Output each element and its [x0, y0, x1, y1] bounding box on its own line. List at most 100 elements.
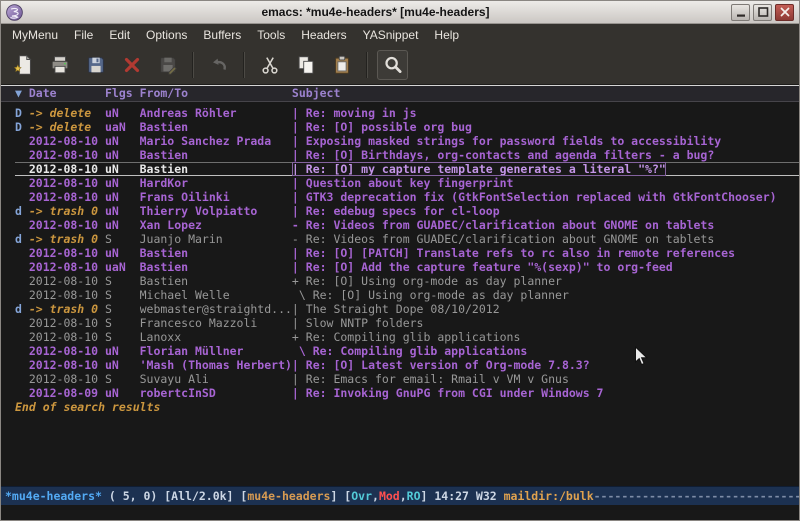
column-header-flags[interactable]: Flgs — [105, 86, 140, 100]
minimize-icon — [734, 5, 748, 19]
print-icon — [49, 54, 71, 76]
message-from: Juanjo Marin — [140, 232, 292, 246]
message-row[interactable]: 2012-08-10uNBastien| Re: [O] Birthdays, … — [15, 148, 799, 162]
column-header-subject[interactable]: Subject — [292, 86, 340, 100]
message-date: 2012-08-10 — [29, 288, 105, 302]
message-row[interactable]: 2012-08-10uNMario Sanchez Prada| Exposin… — [15, 134, 799, 148]
message-date: 2012-08-10 — [29, 344, 105, 358]
header-line: ▼DateFlgsFrom/ToSubject — [1, 85, 799, 102]
modeline-plain: ] 14:27 W32 — [421, 489, 504, 503]
modeline-minor: Ovr — [351, 489, 372, 503]
column-header-from[interactable]: From/To — [140, 86, 292, 100]
message-flags: uN — [105, 190, 140, 204]
message-flags: S — [105, 316, 140, 330]
message-flags: S — [105, 274, 140, 288]
toolbar-cut-button[interactable] — [254, 50, 285, 80]
toolbar-paste-button[interactable] — [326, 50, 357, 80]
toolbar-separator — [243, 52, 245, 78]
message-flags: uaN — [105, 120, 140, 134]
message-mark: D — [15, 106, 29, 120]
menu-headers[interactable]: Headers — [293, 25, 354, 45]
maximize-button[interactable] — [753, 4, 772, 21]
toolbar-save-button[interactable] — [80, 50, 111, 80]
message-row[interactable]: 2012-08-10uNBastien| Re: [O] [PATCH] Tra… — [15, 246, 799, 260]
paste-icon — [331, 54, 353, 76]
save-as-icon — [157, 54, 179, 76]
message-date: -> delete — [29, 120, 105, 134]
message-flags: uN — [105, 386, 140, 400]
message-date: 2012-08-10 — [29, 358, 105, 372]
message-subject: | Exposing masked strings for password f… — [292, 134, 721, 148]
toolbar-copy-button[interactable] — [290, 50, 321, 80]
message-row[interactable]: d-> trash 0Swebmaster@straightd...| The … — [15, 302, 799, 316]
message-row[interactable]: d-> trash 0SJuanjo Marin- Re: Videos fro… — [15, 232, 799, 246]
message-date: -> trash 0 — [29, 302, 105, 316]
cut-icon — [259, 54, 281, 76]
toolbar-save-as-button — [152, 50, 183, 80]
mode-line[interactable]: *mu4e-headers* ( 5, 0) [All/2.0k] [mu4e-… — [1, 486, 799, 505]
toolbar-print-button[interactable] — [44, 50, 75, 80]
message-date: -> delete — [29, 106, 105, 120]
message-row[interactable]: D-> deleteuaNBastien| Re: [O] possible o… — [15, 120, 799, 134]
menu-yasnippet[interactable]: YASnippet — [355, 25, 427, 45]
menu-bar: MyMenuFileEditOptionsBuffersToolsHeaders… — [1, 24, 799, 46]
menu-tools[interactable]: Tools — [249, 25, 293, 45]
toolbar-separator — [192, 52, 194, 78]
echo-area[interactable] — [1, 505, 799, 520]
message-subject: | Re: [O] Latest version of Org-mode 7.8… — [292, 358, 590, 372]
menu-buffers[interactable]: Buffers — [195, 25, 249, 45]
message-subject: + Re: [O] Using org-mode as day planner — [292, 274, 562, 288]
column-header-date[interactable]: Date — [29, 86, 105, 100]
toolbar-search-button[interactable] — [377, 50, 408, 80]
message-row[interactable]: 2012-08-10SMichael Welle \ Re: [O] Using… — [15, 288, 799, 302]
toolbar-new-file-button[interactable] — [8, 50, 39, 80]
minimize-button[interactable] — [731, 4, 750, 21]
message-flags: S — [105, 372, 140, 386]
message-row[interactable]: d-> trash 0uNThierry Volpiatto| Re: edeb… — [15, 204, 799, 218]
message-date: 2012-08-09 — [29, 386, 105, 400]
message-row[interactable]: 2012-08-10SBastien+ Re: [O] Using org-mo… — [15, 274, 799, 288]
message-from: Bastien — [140, 246, 292, 260]
save-icon — [85, 54, 107, 76]
message-from: Lanoxx — [140, 330, 292, 344]
menu-help[interactable]: Help — [426, 25, 467, 45]
modeline-plain: , — [372, 489, 379, 503]
menu-file[interactable]: File — [66, 25, 101, 45]
emacs-icon — [6, 4, 23, 21]
message-row[interactable]: 2012-08-10uaNBastien| Re: [O] Add the ca… — [15, 260, 799, 274]
message-flags: uN — [105, 163, 140, 175]
menu-edit[interactable]: Edit — [101, 25, 138, 45]
message-row[interactable]: 2012-08-10uNBastien| Re: [O] my capture … — [15, 162, 799, 176]
message-row[interactable]: 2012-08-10uNFrans Oilinki| GTK3 deprecat… — [15, 190, 799, 204]
modeline-mode: mu4e-headers — [247, 489, 330, 503]
close-button[interactable] — [775, 4, 794, 21]
message-from: Francesco Mazzoli — [140, 316, 292, 330]
message-row[interactable]: 2012-08-10uNHardKor| Question about key … — [15, 176, 799, 190]
message-from: Xan Lopez — [140, 218, 292, 232]
message-subject: \ Re: Compiling glib applications — [292, 344, 527, 358]
message-row[interactable]: 2012-08-10uNXan Lopez- Re: Videos from G… — [15, 218, 799, 232]
buffer: D-> deleteuNAndreas Röhler| Re: moving i… — [1, 102, 799, 486]
message-row[interactable]: 2012-08-10uN'Mash (Thomas Herbert)| Re: … — [15, 358, 799, 372]
message-row[interactable]: 2012-08-10SFrancesco Mazzoli| Slow NNTP … — [15, 316, 799, 330]
message-date: 2012-08-10 — [29, 218, 105, 232]
message-row[interactable]: 2012-08-10SSuvayu Ali| Re: Emacs for ema… — [15, 372, 799, 386]
message-row[interactable]: D-> deleteuNAndreas Röhler| Re: moving i… — [15, 106, 799, 120]
message-row[interactable]: 2012-08-09uNrobertcInSD| Re: Invoking Gn… — [15, 386, 799, 400]
menu-options[interactable]: Options — [138, 25, 195, 45]
modeline-buffer: *mu4e-headers* — [5, 489, 109, 503]
message-subject: | The Straight Dope 08/10/2012 — [292, 302, 500, 316]
message-from: HardKor — [140, 176, 292, 190]
message-subject: | Slow NNTP folders — [292, 316, 424, 330]
menu-mymenu[interactable]: MyMenu — [4, 25, 66, 45]
message-row[interactable]: 2012-08-10uNFlorian Müllner \ Re: Compil… — [15, 344, 799, 358]
search-icon — [382, 54, 404, 76]
message-flags: S — [105, 302, 140, 316]
toolbar-close-button[interactable] — [116, 50, 147, 80]
modeline-dashes: ----------------------------------------… — [594, 489, 799, 503]
undo-icon — [208, 54, 230, 76]
message-subject: | Re: [O] Add the capture feature "%(sex… — [292, 260, 673, 274]
message-row[interactable]: 2012-08-10SLanoxx+ Re: Compiling glib ap… — [15, 330, 799, 344]
message-date: 2012-08-10 — [29, 316, 105, 330]
sort-indicator[interactable]: ▼ — [15, 86, 29, 100]
